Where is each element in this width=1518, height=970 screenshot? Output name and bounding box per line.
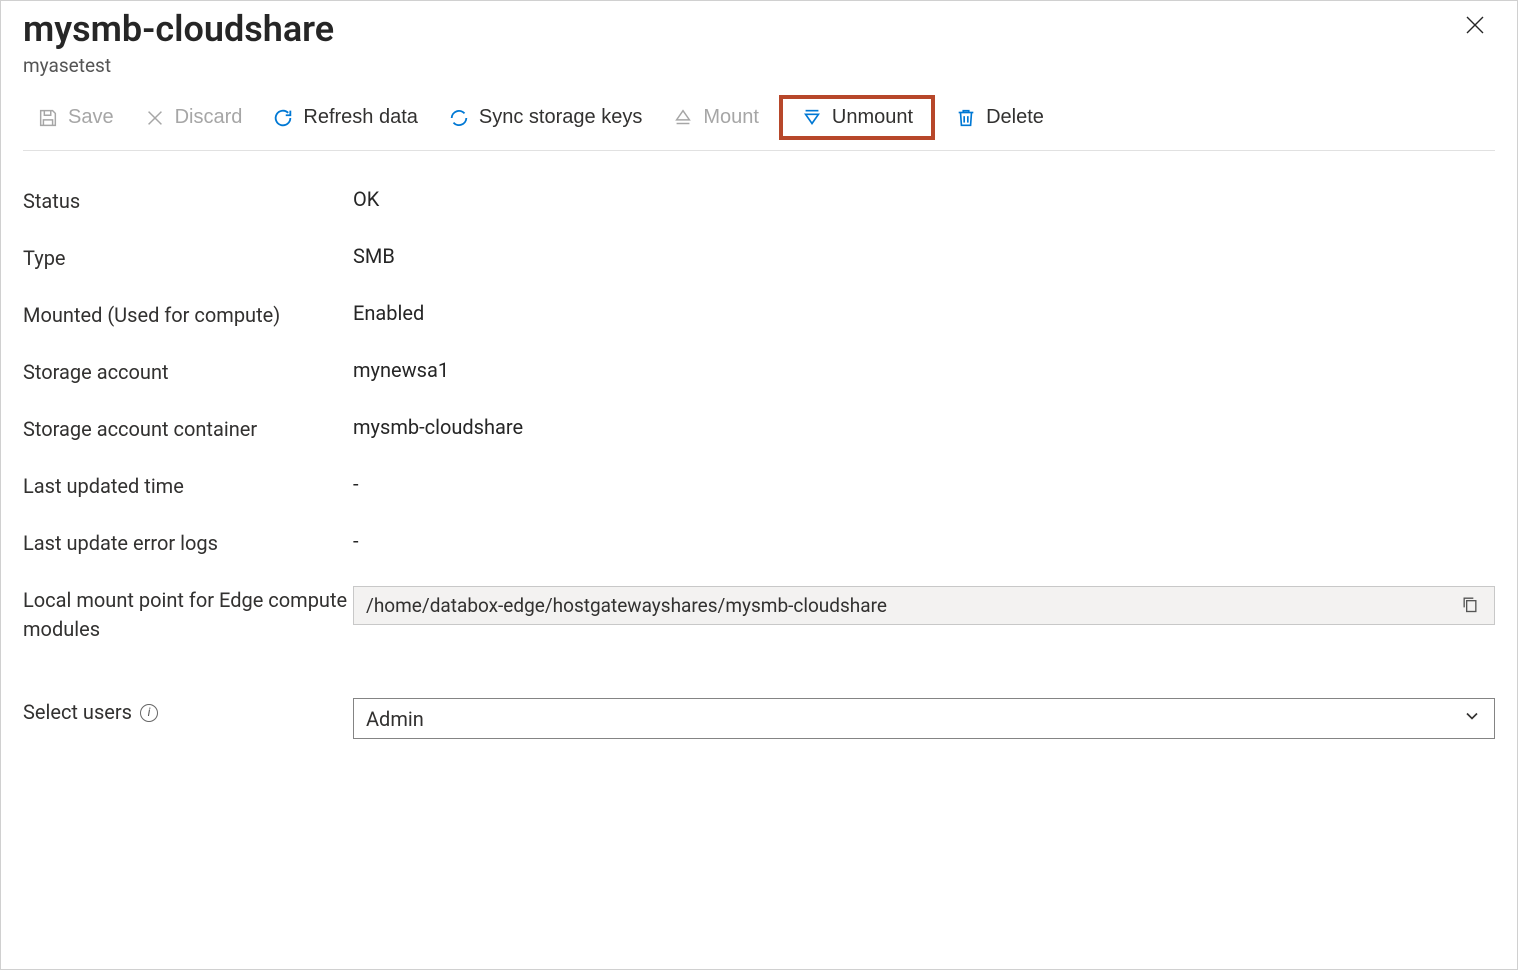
label-select-users: Select users i	[23, 698, 353, 727]
row-storage-account: Storage account mynewsa1	[23, 344, 1495, 401]
label-storage-account: Storage account	[23, 358, 353, 387]
panel-header: mysmb-cloudshare myasetest	[23, 9, 1495, 77]
row-mounted: Mounted (Used for compute) Enabled	[23, 287, 1495, 344]
select-users-dropdown[interactable]: Admin	[353, 698, 1495, 739]
info-icon[interactable]: i	[140, 704, 158, 722]
discard-icon	[144, 107, 166, 129]
label-type: Type	[23, 244, 353, 273]
label-mount-point: Local mount point for Edge compute modul…	[23, 586, 353, 644]
share-details-panel: mysmb-cloudshare myasetest Save Discard	[0, 0, 1518, 970]
row-last-updated: Last updated time -	[23, 458, 1495, 515]
refresh-data-button[interactable]: Refresh data	[258, 101, 432, 134]
value-mounted: Enabled	[353, 301, 1495, 325]
value-storage-container: mysmb-cloudshare	[353, 415, 1495, 439]
value-type: SMB	[353, 244, 1495, 268]
value-status: OK	[353, 187, 1495, 211]
page-title: mysmb-cloudshare	[23, 9, 334, 50]
copy-mount-point-button[interactable]	[1458, 594, 1482, 617]
page-subtitle: myasetest	[23, 54, 334, 77]
delete-button[interactable]: Delete	[941, 101, 1058, 134]
value-storage-account: mynewsa1	[353, 358, 1495, 382]
sync-storage-keys-button[interactable]: Sync storage keys	[434, 101, 656, 134]
label-mounted: Mounted (Used for compute)	[23, 301, 353, 330]
row-status: Status OK	[23, 173, 1495, 230]
details-body: Status OK Type SMB Mounted (Used for com…	[23, 151, 1495, 753]
unmount-highlight: Unmount	[779, 95, 935, 140]
mount-icon	[672, 107, 694, 129]
refresh-icon	[272, 107, 294, 129]
save-icon	[37, 107, 59, 129]
mount-point-field: /home/databox-edge/hostgatewayshares/mys…	[353, 586, 1495, 625]
sync-icon	[448, 107, 470, 129]
row-last-errors: Last update error logs -	[23, 515, 1495, 572]
unmount-button[interactable]: Unmount	[787, 101, 927, 134]
copy-icon	[1460, 594, 1480, 617]
row-select-users: Select users i Admin	[23, 684, 1495, 753]
value-last-errors: -	[353, 529, 1495, 553]
value-last-updated: -	[353, 472, 1495, 496]
label-status: Status	[23, 187, 353, 216]
label-last-updated: Last updated time	[23, 472, 353, 501]
value-mount-point: /home/databox-edge/hostgatewayshares/mys…	[366, 594, 887, 617]
mount-button: Mount	[658, 101, 773, 134]
row-mount-point: Local mount point for Edge compute modul…	[23, 572, 1495, 658]
select-users-value: Admin	[366, 707, 424, 731]
command-bar: Save Discard Refresh data Sync storage k…	[23, 95, 1495, 151]
save-button: Save	[23, 101, 128, 134]
unmount-icon	[801, 107, 823, 129]
row-type: Type SMB	[23, 230, 1495, 287]
discard-button: Discard	[130, 101, 257, 134]
chevron-down-icon	[1462, 706, 1482, 731]
delete-icon	[955, 107, 977, 129]
row-storage-container: Storage account container mysmb-cloudsha…	[23, 401, 1495, 458]
label-last-errors: Last update error logs	[23, 529, 353, 558]
label-storage-container: Storage account container	[23, 415, 353, 444]
close-icon	[1463, 12, 1487, 43]
title-block: mysmb-cloudshare myasetest	[23, 9, 334, 77]
close-button[interactable]	[1455, 9, 1495, 46]
